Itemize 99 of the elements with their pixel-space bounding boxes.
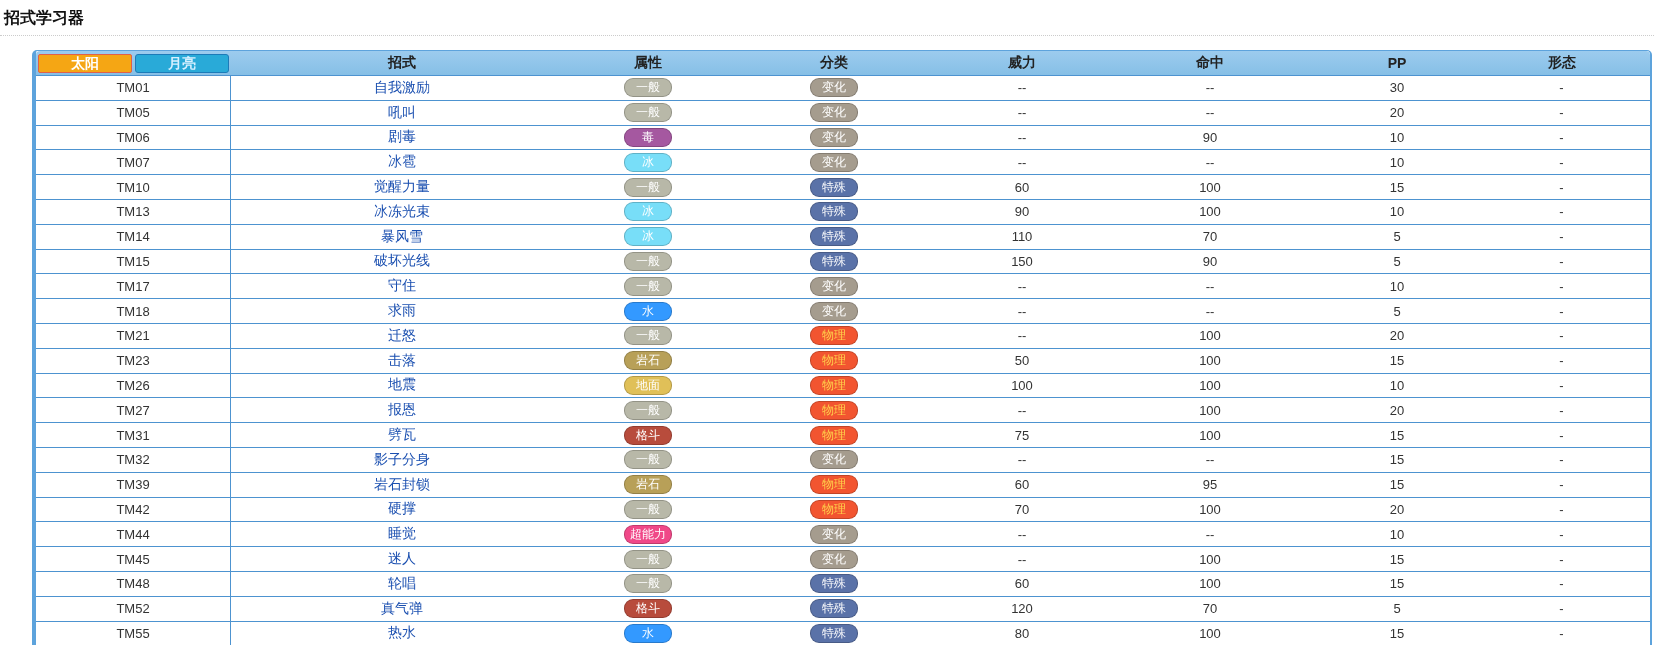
- move-link[interactable]: 岩石封锁: [374, 475, 430, 492]
- move-link[interactable]: 暴风雪: [381, 227, 423, 244]
- move-link[interactable]: 热水: [388, 624, 416, 641]
- type-badge: 超能力: [624, 524, 672, 544]
- move-link[interactable]: 破坏光线: [374, 252, 430, 269]
- category-badge: 变化: [810, 152, 858, 172]
- table-cell: TM15: [36, 249, 231, 275]
- column-header: 属性: [573, 51, 723, 76]
- move-link[interactable]: 硬撑: [388, 500, 416, 517]
- category-badge: 变化: [810, 78, 858, 98]
- table-cell: TM07: [36, 150, 231, 176]
- table-cell: TM31: [36, 423, 231, 448]
- column-header: 形态: [1473, 51, 1650, 76]
- table-cell: TM52: [36, 596, 231, 622]
- type-badge: 水: [624, 301, 672, 321]
- page-title: 招式学习器: [0, 0, 1654, 36]
- move-link[interactable]: 迁怒: [388, 326, 416, 343]
- table-cell: TM39: [36, 472, 231, 498]
- move-link[interactable]: 迷人: [388, 550, 416, 567]
- table-cell: TM45: [36, 547, 231, 572]
- table-cell: TM48: [36, 571, 231, 597]
- column-header: 威力: [945, 51, 1099, 76]
- category-badge: 物理: [810, 499, 858, 519]
- table-cell: TM44: [36, 522, 231, 548]
- move-link[interactable]: 觉醒力量: [374, 178, 430, 195]
- column-header: 分类: [723, 51, 945, 76]
- move-link[interactable]: 报恩: [388, 401, 416, 418]
- category-badge: 变化: [810, 103, 858, 123]
- move-link[interactable]: 影子分身: [374, 450, 430, 467]
- category-badge: 变化: [810, 524, 858, 544]
- table-cell: TM26: [36, 373, 231, 399]
- column-header: 命中: [1099, 51, 1321, 76]
- category-badge: 变化: [810, 450, 858, 470]
- type-badge: 一般: [624, 400, 672, 420]
- type-badge: 一般: [624, 574, 672, 594]
- type-badge: 岩石: [624, 475, 672, 495]
- table-cell: TM42: [36, 497, 231, 523]
- table-cell: TM01: [36, 76, 231, 101]
- type-badge: 一般: [624, 78, 672, 98]
- move-link[interactable]: 睡觉: [388, 525, 416, 542]
- type-badge: 冰: [624, 152, 672, 172]
- column-header: PP: [1321, 51, 1473, 76]
- type-badge: 一般: [624, 177, 672, 197]
- table-cell: TM32: [36, 447, 231, 473]
- move-link[interactable]: 剧毒: [388, 128, 416, 145]
- move-link[interactable]: 吼叫: [388, 103, 416, 120]
- move-link[interactable]: 击落: [388, 351, 416, 368]
- category-badge: 物理: [810, 351, 858, 371]
- type-badge: 一般: [624, 549, 672, 569]
- category-badge: 物理: [810, 400, 858, 420]
- type-badge: 毒: [624, 128, 672, 147]
- type-badge: 格斗: [624, 599, 672, 619]
- type-badge: 一般: [624, 103, 672, 123]
- move-link[interactable]: 真气弹: [381, 599, 423, 616]
- category-badge: 变化: [810, 549, 858, 569]
- category-badge: 变化: [810, 276, 858, 296]
- type-badge: 冰: [624, 202, 672, 222]
- column-header: 招式: [231, 51, 573, 76]
- move-link[interactable]: 劈瓦: [388, 426, 416, 443]
- move-link[interactable]: 守住: [388, 277, 416, 294]
- type-badge: 地面: [624, 375, 672, 395]
- type-badge: 一般: [624, 276, 672, 296]
- table-cell: TM23: [36, 348, 231, 374]
- table-cell: TM18: [36, 299, 231, 324]
- category-badge: 物理: [810, 475, 858, 495]
- move-link[interactable]: 冰雹: [388, 153, 416, 170]
- move-link[interactable]: 地震: [388, 376, 416, 393]
- category-badge: 物理: [810, 425, 858, 445]
- table-cell: TM21: [36, 323, 231, 349]
- type-badge: 冰: [624, 227, 672, 247]
- category-badge: 特殊: [810, 623, 858, 643]
- type-badge: 一般: [624, 450, 672, 470]
- category-badge: 物理: [810, 375, 858, 395]
- move-link[interactable]: 冰冻光束: [374, 202, 430, 219]
- type-badge: 一般: [624, 326, 672, 346]
- category-badge: 特殊: [810, 574, 858, 594]
- table-cell: TM06: [36, 125, 231, 151]
- type-badge: 一般: [624, 499, 672, 519]
- category-badge: 特殊: [810, 202, 858, 222]
- type-badge: 水: [624, 623, 672, 643]
- table-cell: TM05: [36, 100, 231, 126]
- category-badge: 特殊: [810, 251, 858, 271]
- category-badge: 特殊: [810, 177, 858, 197]
- table-cell: TM17: [36, 274, 231, 300]
- table-cell: TM27: [36, 398, 231, 424]
- category-badge: 变化: [810, 301, 858, 321]
- category-badge: 特殊: [810, 227, 858, 247]
- category-badge: 物理: [810, 326, 858, 346]
- move-link[interactable]: 轮唱: [388, 574, 416, 591]
- table-cell: TM10: [36, 175, 231, 200]
- table-cell: TM13: [36, 200, 231, 225]
- category-badge: 变化: [810, 128, 858, 147]
- type-badge: 一般: [624, 251, 672, 271]
- category-badge: 特殊: [810, 599, 858, 619]
- move-link[interactable]: 求雨: [388, 302, 416, 319]
- type-badge: 岩石: [624, 351, 672, 371]
- type-badge: 格斗: [624, 425, 672, 445]
- table-cell: TM14: [36, 224, 231, 250]
- move-link[interactable]: 自我激励: [374, 78, 430, 95]
